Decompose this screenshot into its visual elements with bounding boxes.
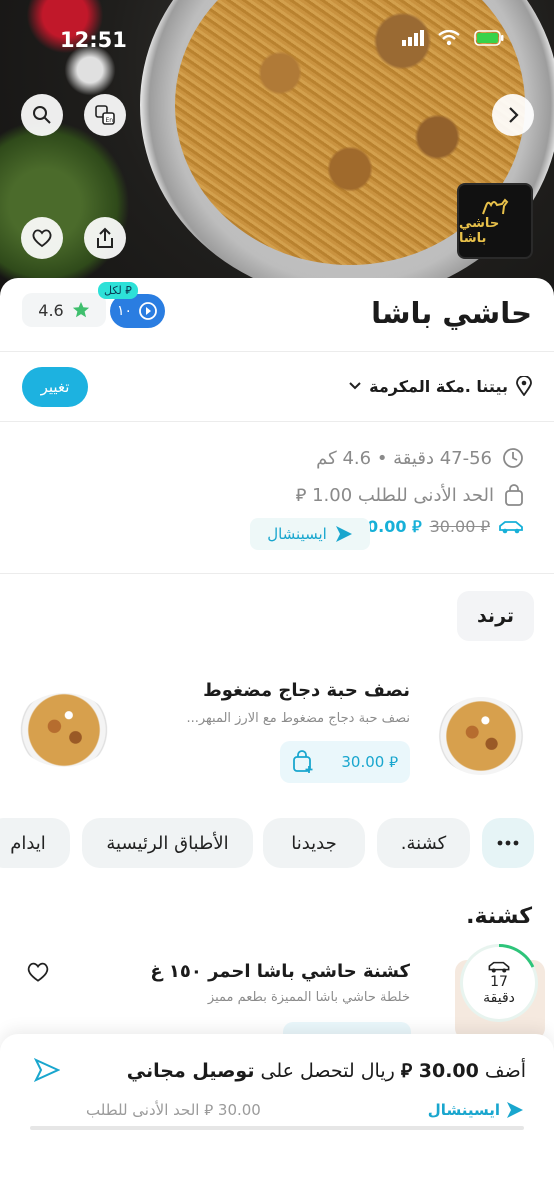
- translate-icon: En: [95, 105, 115, 125]
- category-chip[interactable]: الأطباق الرئيسية: [82, 818, 253, 868]
- add-to-bag-icon: [293, 750, 313, 773]
- favorite-button[interactable]: [21, 217, 63, 259]
- logo-text: حاشي باشا: [459, 216, 500, 246]
- special-chip[interactable]: ايسينشال: [250, 518, 370, 550]
- promo-badge[interactable]: ١٠: [110, 294, 165, 328]
- section-item-desc: خلطة حاشي باشا المميزة بطعم مميز: [207, 990, 410, 1005]
- signal-icon: [402, 30, 424, 46]
- heart-icon: [32, 229, 52, 248]
- translate-button[interactable]: En: [84, 94, 126, 136]
- trend-tab[interactable]: ترند: [457, 591, 534, 641]
- status-time: 12:51: [60, 28, 127, 52]
- star-icon: [72, 301, 89, 318]
- featured-item-price: ⃁ 30.00: [341, 752, 398, 771]
- promo-middle: ريال لتحصل على: [260, 1060, 395, 1082]
- featured-item-desc: نصف حبة دجاج مضغوط مع الارز المبهر...: [186, 711, 410, 726]
- promo-tag: لكل ⃁: [98, 282, 138, 299]
- divider: [0, 573, 554, 574]
- restaurant-logo: حاشي باشا: [457, 183, 533, 259]
- bottom-special-label: ايسينشال: [428, 1101, 524, 1119]
- chevron-down-icon: [349, 382, 361, 390]
- bottom-min-order: 30.00 ⃁ الحد الأدنى للطلب: [86, 1101, 261, 1119]
- send-arrow-icon: [335, 526, 352, 542]
- delivery-time: 47-56 دقيقة • 4.6 كم: [316, 447, 492, 469]
- restaurant-title: حاشي باشا: [371, 296, 532, 330]
- more-categories-button[interactable]: [482, 818, 534, 868]
- timer-value: 17: [490, 974, 508, 990]
- promo-amount: 30.00 ⃁: [400, 1060, 479, 1082]
- delivery-car-icon: [499, 521, 523, 534]
- svg-text:En: En: [106, 117, 114, 124]
- free-delivery-progress: [30, 1126, 524, 1130]
- promo-bold: توصيل مجاني: [126, 1060, 255, 1082]
- rating-badge: 4.6: [22, 293, 106, 327]
- section-title: .كشنة: [466, 904, 532, 929]
- section-item-favorite[interactable]: [26, 961, 50, 987]
- section-item-name[interactable]: كشنة حاشي باشا احمر ١٥٠ غ: [150, 961, 410, 982]
- featured-item-add-button[interactable]: ⃁ 30.00: [280, 741, 410, 783]
- send-arrow-icon: [507, 1102, 523, 1118]
- chevron-right-icon: [509, 107, 519, 123]
- clock-icon: [503, 448, 523, 468]
- wifi-icon: [438, 30, 460, 46]
- heart-icon: [27, 962, 49, 982]
- featured-item-image-alt[interactable]: [16, 693, 112, 767]
- play-icon: [139, 302, 157, 320]
- delivery-time-row: 47-56 دقيقة • 4.6 كم: [316, 447, 524, 469]
- featured-item-name[interactable]: نصف حبة دجاج مضغوط: [203, 680, 410, 701]
- location-text: بيتنا .مكة المكرمة: [369, 376, 508, 396]
- promo-prefix: أضف: [484, 1060, 526, 1082]
- share-button[interactable]: [84, 217, 126, 259]
- category-chip[interactable]: جديدنا: [263, 818, 365, 868]
- delivery-fee-new: ⃁ 0.00: [367, 517, 422, 536]
- search-icon: [33, 106, 51, 124]
- rating-value: 4.6: [38, 300, 64, 320]
- category-chip[interactable]: ايدام: [0, 818, 70, 868]
- delivery-car-icon: [488, 961, 510, 973]
- special-label: ايسينشال: [267, 525, 327, 543]
- change-location-button[interactable]: تغيير: [22, 367, 88, 407]
- more-dots-icon: [497, 840, 519, 846]
- min-order-row: الحد الأدنى للطلب 1.00 ⃁: [296, 483, 524, 506]
- category-chip[interactable]: .كشنة: [377, 818, 470, 868]
- location-pin-icon: [516, 376, 532, 396]
- delivery-timer: 17 دقيقة: [460, 944, 538, 1022]
- timer-unit: دقيقة: [483, 990, 515, 1006]
- featured-item-image[interactable]: [437, 697, 525, 775]
- min-order: الحد الأدنى للطلب 1.00 ⃁: [295, 485, 494, 506]
- send-arrow-icon: [33, 1057, 61, 1087]
- camel-icon: [482, 198, 509, 215]
- special-label-text: ايسينشال: [427, 1101, 500, 1119]
- share-icon: [97, 227, 113, 248]
- delivery-location[interactable]: بيتنا .مكة المكرمة: [349, 376, 532, 396]
- status-icons: [402, 30, 504, 46]
- delivery-fee-old: ⃁ 30.00: [429, 517, 490, 536]
- free-delivery-message: أضف 30.00 ⃁ ريال لتحصل على توصيل مجاني: [127, 1059, 526, 1083]
- shopping-bag-icon: [505, 483, 523, 506]
- promo-value: ١٠: [116, 303, 133, 319]
- delivery-fee-row: ⃁ 30.00 ⃁ 0.00: [367, 517, 524, 537]
- search-button[interactable]: [21, 94, 63, 136]
- forward-button[interactable]: [492, 94, 534, 136]
- divider: [0, 351, 554, 352]
- divider: [0, 421, 554, 422]
- battery-icon: [474, 30, 504, 46]
